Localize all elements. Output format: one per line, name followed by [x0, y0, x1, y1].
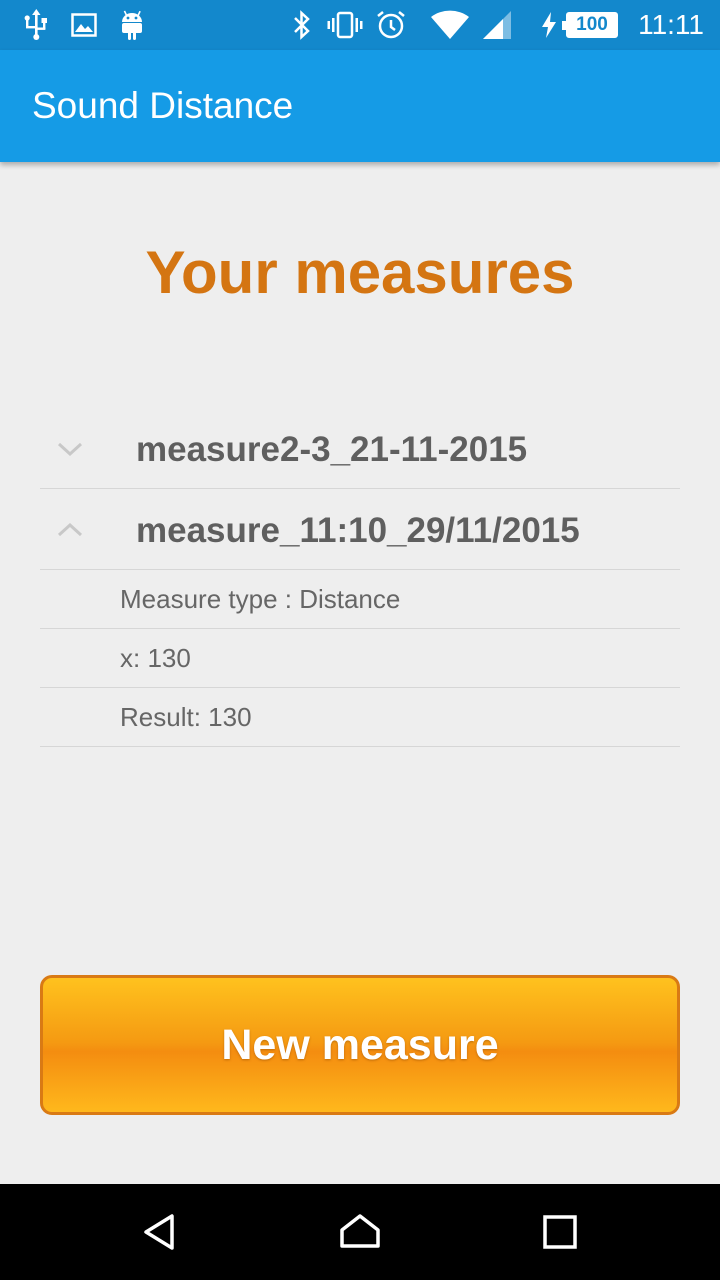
new-measure-button[interactable]: New measure [40, 975, 680, 1115]
measure-name: measure_11:10_29/11/2015 [136, 511, 580, 550]
status-bar: 100 11:11 [0, 0, 720, 50]
measure-group-expanded[interactable]: measure_11:10_29/11/2015 [40, 489, 680, 570]
bluetooth-icon [290, 0, 314, 50]
chevron-up-icon [54, 514, 86, 546]
measure-list: measure2-3_21-11-2015 measure_11:10_29/1… [40, 408, 680, 747]
signal-icon [480, 0, 514, 50]
app-title: Sound Distance [32, 85, 294, 126]
usb-icon [22, 0, 50, 50]
recents-icon[interactable] [530, 1202, 590, 1262]
measure-detail-result: Result: 130 [40, 688, 680, 747]
android-icon [118, 0, 146, 50]
image-icon [70, 0, 98, 50]
measure-detail-type: Measure type : Distance [40, 570, 680, 629]
measure-group-collapsed[interactable]: measure2-3_21-11-2015 [40, 408, 680, 489]
back-icon[interactable] [130, 1202, 190, 1262]
battery-level: 100 [576, 14, 608, 35]
home-icon[interactable] [330, 1202, 390, 1262]
chevron-down-icon [54, 433, 86, 465]
battery-icon: 100 [562, 12, 618, 38]
vibrate-icon [326, 0, 364, 50]
nav-bar [0, 1184, 720, 1280]
measure-detail-x: x: 130 [40, 629, 680, 688]
app-bar: Sound Distance [0, 50, 720, 162]
alarm-icon [374, 0, 408, 50]
screen: 100 11:11 Sound Distance Your measures m… [0, 0, 720, 1280]
status-time: 11:11 [638, 9, 704, 40]
charging-icon [538, 0, 560, 50]
wifi-icon [428, 0, 472, 50]
page-title: Your measures [145, 239, 575, 306]
new-measure-label: New measure [221, 1020, 499, 1069]
measure-name: measure2-3_21-11-2015 [136, 430, 528, 469]
